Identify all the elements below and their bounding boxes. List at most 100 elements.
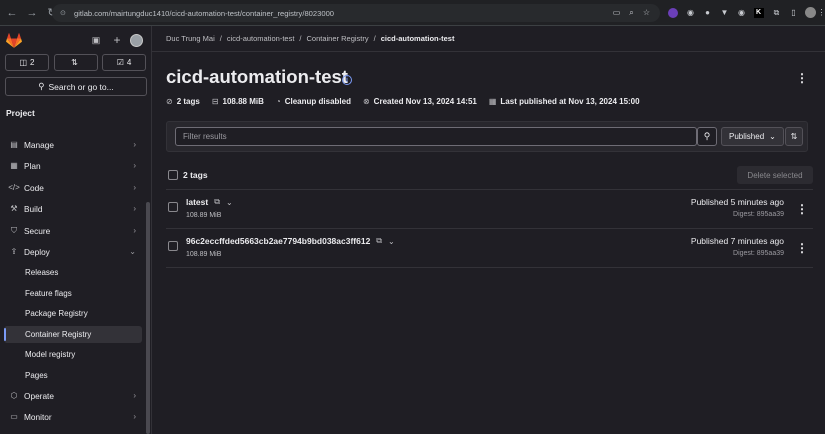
row-checkbox[interactable] xyxy=(168,202,178,212)
tag-size: 108.89 MiB xyxy=(186,212,222,219)
sidebar-subitem-pages[interactable]: Pages xyxy=(4,367,142,384)
issues-icon: ◫ xyxy=(19,58,28,67)
sidebar-subitem-container-registry[interactable]: Container Registry xyxy=(4,326,142,343)
plan-icon: ▦ xyxy=(10,161,18,170)
manage-icon: ▤ xyxy=(10,140,18,149)
sidebar-scrollbar[interactable] xyxy=(146,202,150,434)
issues-counter[interactable]: ◫ 2 xyxy=(5,54,49,71)
clock-icon: ◔ xyxy=(275,96,281,106)
digest: Digest: 895aa39 xyxy=(733,211,784,218)
tag-icon: ⊘ xyxy=(166,96,173,106)
extension-icon[interactable]: K xyxy=(752,6,765,19)
extension-icon[interactable]: ◉ xyxy=(735,6,748,19)
sidebar-subitem-releases[interactable]: Releases xyxy=(4,264,142,281)
breadcrumb: Duc Trung Mai / cicd-automation-test / C… xyxy=(166,34,454,43)
sort-dropdown[interactable]: Published ⌄ xyxy=(721,127,784,146)
cast-icon[interactable]: ▭ xyxy=(610,6,623,19)
tag-name: latest ⧉ ⌄ xyxy=(186,197,233,207)
extension-icon[interactable]: ◉ xyxy=(684,6,697,19)
image-metadata: ⊘ 2 tags ⊟ 108.88 MiB ◔ Cleanup disabled ⊗ C… xyxy=(166,96,640,106)
copy-icon[interactable]: ⧉ xyxy=(376,236,382,246)
bookmark-star-icon[interactable]: ☆ xyxy=(640,6,653,19)
browser-toolbar: ← → ↻ ⊙ gitlab.com/mairtungduc1410/cicd-… xyxy=(0,0,825,26)
create-new-icon[interactable]: + xyxy=(110,30,124,50)
info-icon[interactable]: i xyxy=(342,75,352,85)
merge-requests-counter[interactable]: ⇅ xyxy=(54,54,98,71)
sidebar-toggle-icon[interactable]: ▣ xyxy=(89,30,103,50)
chevron-down-icon: ⌄ xyxy=(129,247,136,256)
build-icon: ⚒ xyxy=(10,204,18,213)
chevron-right-icon: › xyxy=(133,391,136,400)
sidebar-item-manage[interactable]: ▤ Manage › xyxy=(4,135,142,154)
chevron-right-icon: › xyxy=(133,140,136,149)
sidebar-subitem-package-registry[interactable]: Package Registry xyxy=(4,305,142,322)
disk-icon: ⊟ xyxy=(211,96,219,106)
puzzle-icon[interactable]: ⧉ xyxy=(770,6,783,19)
breadcrumb-current[interactable]: cicd-automation-test xyxy=(381,34,455,43)
sidebar-item-deploy[interactable]: ⇪ Deploy ⌄ xyxy=(4,242,142,261)
sidebar-item-secure[interactable]: ⛉ Secure › xyxy=(4,221,142,240)
search-icon: ⚲ xyxy=(38,81,45,91)
row-checkbox[interactable] xyxy=(168,241,178,251)
chevron-right-icon: › xyxy=(133,412,136,421)
site-info-icon[interactable]: ⊙ xyxy=(60,9,70,17)
extension-icon[interactable]: ● xyxy=(701,6,714,19)
search-icon[interactable]: ⚲ xyxy=(697,127,717,146)
breadcrumb-separator: / xyxy=(299,34,302,43)
sort-direction-icon[interactable]: ⇅ xyxy=(785,127,803,146)
select-all-checkbox[interactable] xyxy=(168,170,178,180)
chevron-down-icon[interactable]: ⌄ xyxy=(226,198,233,207)
sidebar: ▣ + ◫ 2 ⇅ ☑ 4 ⚲ Search or go to... Proje… xyxy=(0,26,152,434)
published-time: Published 5 minutes ago xyxy=(690,197,784,207)
page-title: cicd-automation-test xyxy=(166,66,348,87)
chevron-right-icon: › xyxy=(133,226,136,235)
chevron-down-icon: ⌄ xyxy=(769,132,776,141)
more-actions-icon[interactable]: ⋮ xyxy=(796,71,808,85)
sidebar-item-build[interactable]: ⚒ Build › xyxy=(4,199,142,218)
chevron-right-icon: › xyxy=(133,161,136,170)
copy-icon[interactable]: ⧉ xyxy=(214,197,220,207)
url-text: gitlab.com/mairtungduc1410/cicd-automati… xyxy=(74,8,335,18)
extension-icon[interactable]: ▼ xyxy=(718,6,731,19)
extension-icon[interactable] xyxy=(666,6,679,19)
sidebar-item-operate[interactable]: ⬡ Operate › xyxy=(4,386,142,405)
delete-selected-button[interactable]: Delete selected xyxy=(737,166,813,184)
browser-menu-icon[interactable]: ⋮ xyxy=(815,6,825,19)
shield-icon: ⛉ xyxy=(11,225,17,235)
side-panel-icon[interactable]: ▯ xyxy=(787,6,800,19)
chevron-down-icon[interactable]: ⌄ xyxy=(388,237,395,246)
digest: Digest: 895aa39 xyxy=(733,250,784,257)
deploy-icon: ⇪ xyxy=(10,247,18,256)
gitlab-logo-icon[interactable] xyxy=(5,30,23,50)
tag-count-label: 2 tags xyxy=(183,170,208,180)
row-divider xyxy=(166,228,813,229)
breadcrumb-separator: / xyxy=(373,34,376,43)
merge-request-icon: ⇅ xyxy=(71,58,78,67)
tag-size: 108.89 MiB xyxy=(186,251,222,258)
filter-input[interactable]: Filter results xyxy=(175,127,697,146)
breadcrumb-item[interactable]: cicd-automation-test xyxy=(227,34,295,43)
breadcrumb-item[interactable]: Container Registry xyxy=(307,34,369,43)
sidebar-subitem-feature-flags[interactable]: Feature flags xyxy=(4,285,142,302)
sidebar-subitem-model-registry[interactable]: Model registry xyxy=(4,346,142,363)
row-divider xyxy=(166,267,813,268)
code-icon: </> xyxy=(8,183,20,192)
row-actions-icon[interactable]: ⋮ xyxy=(796,241,808,255)
sidebar-item-code[interactable]: </> Code › xyxy=(4,178,142,197)
breadcrumb-separator: / xyxy=(219,34,222,43)
todos-counter[interactable]: ☑ 4 xyxy=(102,54,146,71)
avatar[interactable] xyxy=(128,30,144,50)
breadcrumb-item[interactable]: Duc Trung Mai xyxy=(166,34,215,43)
sidebar-item-monitor[interactable]: ▭ Monitor › xyxy=(4,407,142,426)
forward-icon[interactable]: → xyxy=(24,5,40,21)
chevron-right-icon: › xyxy=(133,183,136,192)
header-divider xyxy=(152,51,825,52)
sidebar-section-title: Project xyxy=(6,108,35,118)
zoom-icon[interactable]: ⌕ xyxy=(625,6,638,19)
main-content: Duc Trung Mai / cicd-automation-test / C… xyxy=(152,26,825,434)
sidebar-item-plan[interactable]: ▦ Plan › xyxy=(4,156,142,175)
search-button[interactable]: ⚲ Search or go to... xyxy=(5,77,147,96)
address-bar[interactable]: ⊙ gitlab.com/mairtungduc1410/cicd-automa… xyxy=(52,4,660,22)
row-actions-icon[interactable]: ⋮ xyxy=(796,202,808,216)
back-icon[interactable]: ← xyxy=(4,5,20,21)
